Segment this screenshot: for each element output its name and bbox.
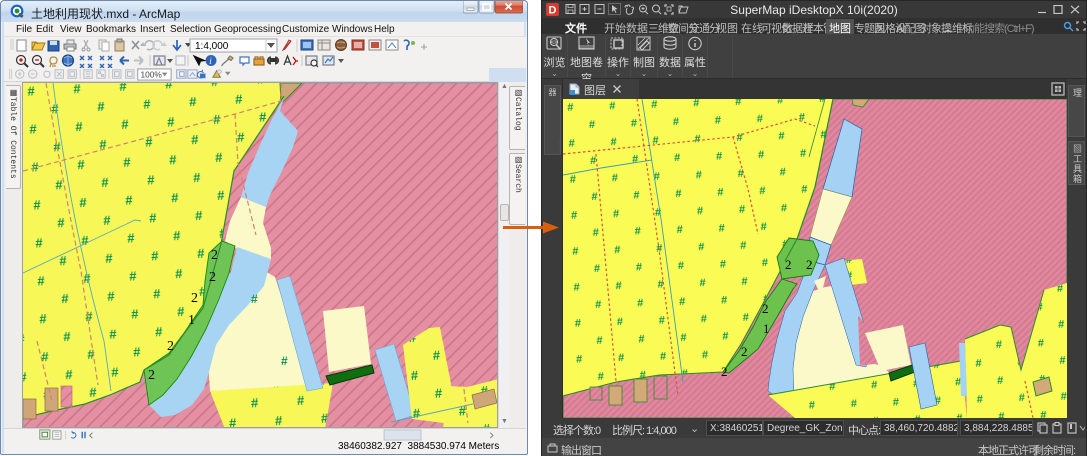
svg-text:1:4,000: 1:4,000	[195, 41, 229, 52]
svg-text:2: 2	[167, 339, 174, 354]
svg-text:2: 2	[762, 301, 769, 316]
svg-text:2: 2	[209, 270, 216, 285]
svg-text:1: 1	[188, 313, 195, 328]
svg-text:1: 1	[763, 321, 770, 336]
svg-text:2: 2	[148, 368, 155, 383]
svg-text:100%: 100%	[140, 69, 162, 79]
svg-text:2: 2	[721, 364, 728, 379]
svg-text:2: 2	[806, 257, 813, 272]
svg-text:2: 2	[785, 257, 792, 272]
svg-text:2: 2	[191, 291, 198, 306]
svg-text:#: #	[251, 292, 258, 306]
svg-text:2: 2	[211, 248, 218, 263]
svg-text:#: #	[281, 354, 288, 368]
svg-text:2: 2	[741, 344, 748, 359]
